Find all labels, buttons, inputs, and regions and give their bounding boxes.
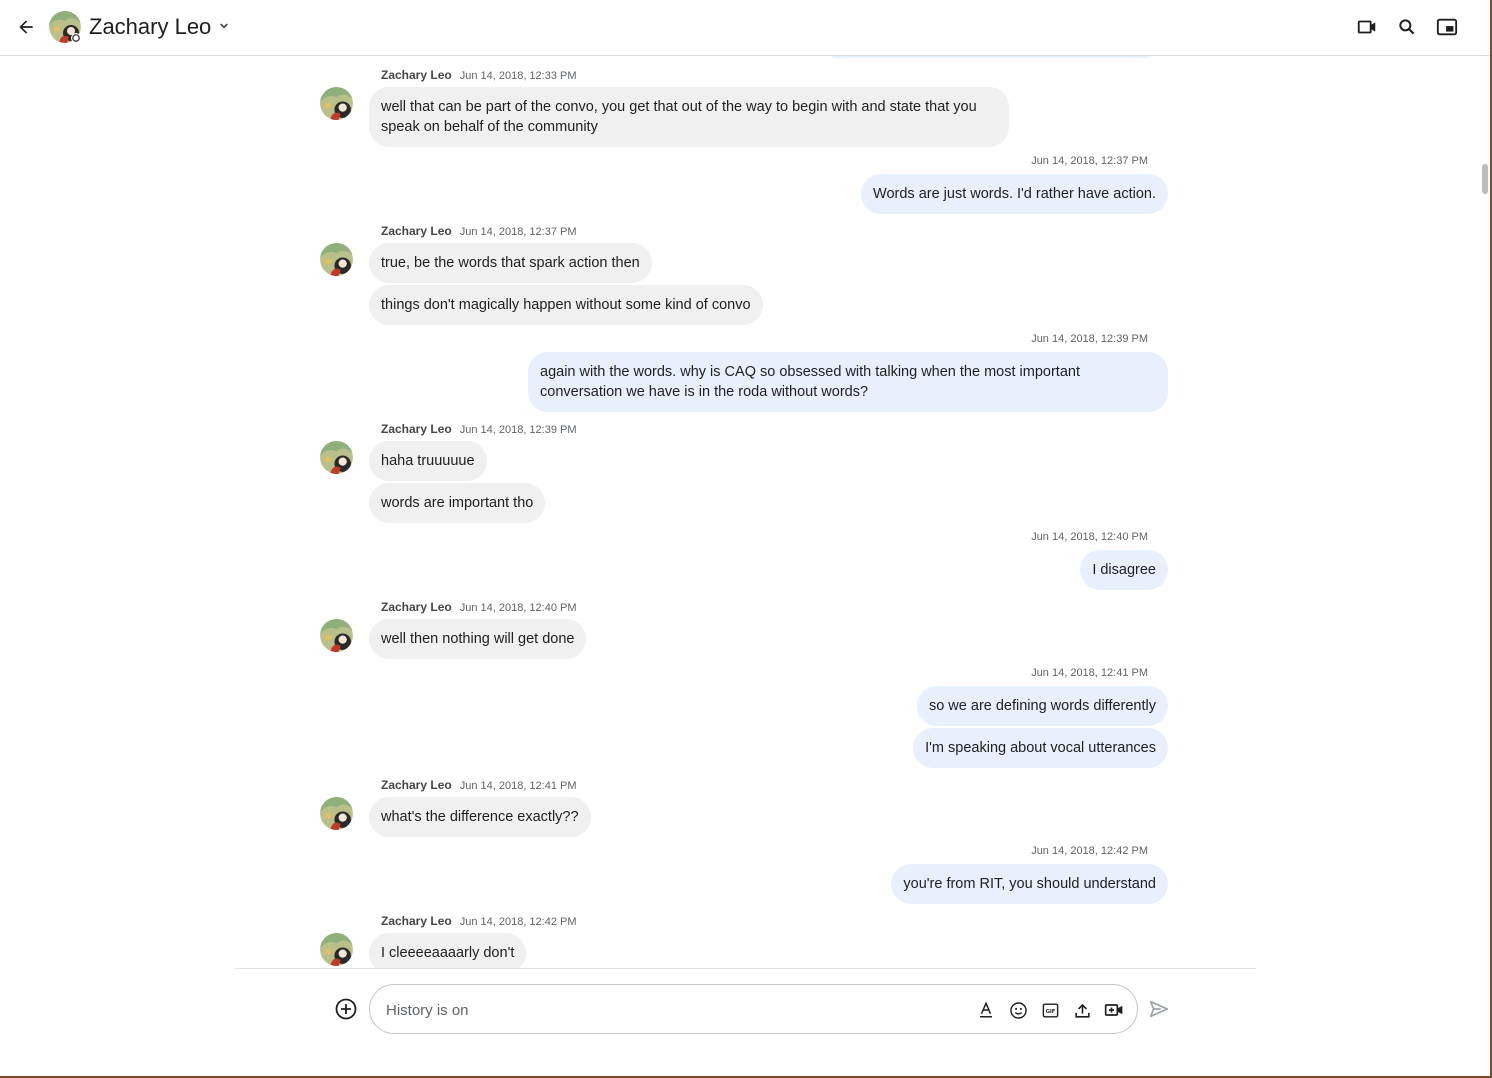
outgoing-message[interactable]: so we are defining words differently <box>916 686 1168 726</box>
sender-avatar[interactable] <box>320 797 353 830</box>
gif-button[interactable]: GIF <box>1038 998 1062 1022</box>
message-header: Zachary Leo Jun 14, 2018, 12:39 PM <box>381 421 577 438</box>
send-button[interactable] <box>1146 996 1172 1022</box>
upload-button[interactable] <box>1070 998 1094 1022</box>
message-time: Jun 14, 2018, 12:41 PM <box>459 780 577 792</box>
incoming-message[interactable]: words are important tho <box>369 483 546 523</box>
outgoing-message[interactable]: again with the words. why is CAQ so obse… <box>528 352 1168 412</box>
sender-name: Zachary Leo <box>381 68 452 82</box>
sender-avatar[interactable] <box>320 933 353 966</box>
search-icon <box>1399 19 1415 35</box>
video-meeting-icon <box>1104 1004 1123 1016</box>
search-button[interactable] <box>1392 12 1422 42</box>
outgoing-message[interactable]: Words are just words. I'd rather have ac… <box>861 174 1168 214</box>
incoming-message[interactable]: well that can be part of the convo, you … <box>369 87 1009 147</box>
incoming-message[interactable]: what's the difference exactly?? <box>369 797 591 837</box>
contact-name[interactable]: Zachary Leo <box>89 12 211 42</box>
outgoing-message[interactable]: you're from RIT, you should understand <box>891 864 1168 904</box>
message-header: Zachary Leo Jun 14, 2018, 12:40 PM <box>381 599 577 616</box>
send-icon <box>1149 1000 1169 1018</box>
message-time: Jun 14, 2018, 12:37 PM <box>1031 155 1148 167</box>
message-input[interactable] <box>386 999 946 1021</box>
message-time: Jun 14, 2018, 12:41 PM <box>1031 667 1148 679</box>
message-header: Zachary Leo Jun 14, 2018, 12:37 PM <box>381 223 577 240</box>
message-composer: GIF <box>369 984 1138 1034</box>
incoming-message[interactable]: I cleeeeaaaarly don't <box>369 933 527 968</box>
sender-name: Zachary Leo <box>381 422 452 436</box>
sender-avatar[interactable] <box>320 243 353 276</box>
add-circle-icon <box>335 998 357 1020</box>
composer-divider <box>234 968 1256 969</box>
format-text-button[interactable] <box>974 998 998 1022</box>
gif-icon: GIF <box>1042 1002 1058 1018</box>
message-time: Jun 14, 2018, 12:42 PM <box>459 916 577 928</box>
format-text-icon <box>980 1001 992 1018</box>
incoming-message[interactable]: haha truuuuue <box>369 441 487 481</box>
arrow-back-icon <box>19 20 33 34</box>
message-header: Zachary Leo Jun 14, 2018, 12:42 PM <box>381 913 577 930</box>
sender-name: Zachary Leo <box>381 224 452 238</box>
contact-avatar[interactable] <box>49 11 81 43</box>
outgoing-message[interactable]: I'm speaking about vocal utterances <box>913 728 1168 768</box>
picture-in-picture-icon <box>1436 18 1458 36</box>
incoming-message[interactable]: well then nothing will get done <box>369 619 587 659</box>
message-time: Jun 14, 2018, 12:40 PM <box>1031 531 1148 543</box>
video-call-icon <box>1357 20 1376 34</box>
sender-name: Zachary Leo <box>381 600 452 614</box>
sender-avatar[interactable] <box>320 87 353 120</box>
sender-avatar[interactable] <box>320 441 353 474</box>
emoji-icon <box>1009 1001 1027 1019</box>
svg-text:GIF: GIF <box>1045 1008 1055 1014</box>
message-header: Zachary Leo Jun 14, 2018, 12:33 PM <box>381 67 577 84</box>
chat-window: Zachary Leo Zachary Leo Jun 14, 2018, 12:… <box>0 0 1490 1076</box>
message-time: Jun 14, 2018, 12:40 PM <box>459 602 577 614</box>
back-button[interactable] <box>11 12 41 42</box>
emoji-button[interactable] <box>1006 998 1030 1022</box>
message-time: Jun 14, 2018, 12:42 PM <box>1031 845 1148 857</box>
message-header: Zachary Leo Jun 14, 2018, 12:41 PM <box>381 777 577 794</box>
outgoing-message[interactable]: I disagree <box>1080 550 1168 590</box>
previous-message-bubble <box>826 56 1156 58</box>
message-time: Jun 14, 2018, 12:39 PM <box>459 424 577 436</box>
chevron-down-icon[interactable] <box>216 18 232 34</box>
upload-icon <box>1074 1003 1090 1018</box>
message-time: Jun 14, 2018, 12:37 PM <box>459 226 577 238</box>
picture-in-picture-button[interactable] <box>1432 12 1462 42</box>
video-call-button[interactable] <box>1352 12 1382 42</box>
chat-header: Zachary Leo <box>0 0 1490 56</box>
scrollbar-thumb[interactable] <box>1482 164 1488 194</box>
sender-name: Zachary Leo <box>381 778 452 792</box>
incoming-message[interactable]: things don't magically happen without so… <box>369 285 763 325</box>
incoming-message[interactable]: true, be the words that spark action the… <box>369 243 652 283</box>
sender-name: Zachary Leo <box>381 914 452 928</box>
add-button[interactable] <box>333 996 359 1022</box>
sender-avatar[interactable] <box>320 619 353 652</box>
message-time: Jun 14, 2018, 12:33 PM <box>459 70 577 82</box>
message-time: Jun 14, 2018, 12:39 PM <box>1031 333 1148 345</box>
video-meeting-button[interactable] <box>1102 998 1126 1022</box>
message-list[interactable]: Zachary Leo Jun 14, 2018, 12:33 PM well t… <box>0 56 1490 968</box>
